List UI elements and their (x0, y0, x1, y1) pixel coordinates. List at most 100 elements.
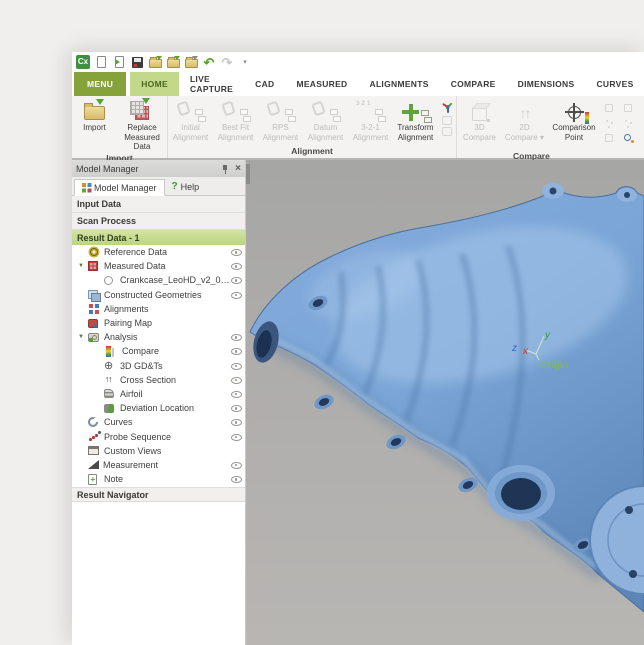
app-logo-icon: Cx (76, 55, 90, 69)
comparison-point-button[interactable]: Comparison Point (547, 98, 601, 150)
package-folder-button[interactable] (184, 55, 198, 69)
tab-compare[interactable]: COMPARE (440, 72, 507, 96)
section-result-data[interactable]: Result Data - 1 (72, 230, 245, 245)
rps-alignment-button[interactable]: RPS Alignment (258, 98, 303, 145)
section-input-data[interactable]: Input Data (72, 196, 245, 213)
model-tree: Reference Data ▼ Measured Data Crankcase… (72, 245, 245, 486)
3d-viewport[interactable]: y z x Origin (246, 160, 644, 645)
quick-access-more-button[interactable]: ▾ (238, 55, 252, 69)
tab-curves[interactable]: CURVES (585, 72, 644, 96)
transform-alignment-button[interactable]: Transform Alignment (393, 98, 438, 145)
compare-mini-4[interactable] (622, 117, 640, 131)
close-icon[interactable]: × (235, 164, 241, 174)
tree-item-cross-section[interactable]: Cross Section (72, 373, 245, 387)
tree-item-3d-gdts[interactable]: 3D GD&Ts (72, 359, 245, 373)
replace-measured-data-button[interactable]: Replace Measured Data (117, 98, 167, 152)
undo-button[interactable]: ↶ (202, 55, 216, 69)
lbl: Datum (314, 123, 338, 133)
tree-item-crankcase-mesh[interactable]: Crankcase_LeoHD_v2_0.3_... (72, 273, 245, 287)
3d-compare-button[interactable]: 3D Compare (457, 98, 502, 150)
tree-item-deviation-location[interactable]: Deviation Location (72, 401, 245, 415)
compare-mini-3[interactable] (603, 117, 621, 131)
group-compare: 3D Compare ↑↑ 2D Compare ▾ Comparison Po… (457, 96, 644, 158)
visibility-eye-icon[interactable] (231, 346, 242, 357)
new-document-button[interactable] (94, 55, 108, 69)
measured-data-icon (88, 261, 98, 271)
lbl: Alignment (308, 133, 344, 143)
import-file-button[interactable] (112, 55, 126, 69)
tree-item-measurement[interactable]: Measurement (72, 458, 245, 472)
tab-menu[interactable]: MENU (74, 72, 126, 96)
tab-help[interactable]: ? Help (165, 178, 207, 195)
compare-mini-2[interactable] (622, 102, 640, 116)
tree-item-custom-views[interactable]: Custom Views (72, 444, 245, 458)
export-folder-button[interactable] (166, 55, 180, 69)
measurement-icon (88, 460, 99, 469)
transform-move-icon (393, 99, 438, 123)
tab-cad[interactable]: CAD (244, 72, 285, 96)
visibility-eye-icon[interactable] (231, 360, 242, 371)
import-button[interactable]: Import (72, 98, 117, 152)
tree-item-curves[interactable]: Curves (72, 415, 245, 429)
tab-model-manager-label: Model Manager (94, 183, 157, 193)
compare-mini-5[interactable] (603, 132, 621, 146)
tree-item-pairing-map[interactable]: Pairing Map (72, 316, 245, 330)
tree-label: Measurement (103, 460, 231, 470)
visibility-eye-icon[interactable] (231, 374, 242, 385)
321-alignment-button[interactable]: 3 2 1 3-2-1 Alignment (348, 98, 393, 145)
visibility-eye-icon[interactable] (231, 403, 242, 414)
tree-item-measured-data[interactable]: ▼ Measured Data (72, 259, 245, 273)
321-alignment-icon: 3 2 1 (348, 99, 393, 123)
tree-item-compare[interactable]: Compare (72, 344, 245, 358)
open-folder-button[interactable] (148, 55, 162, 69)
gdt-icon (104, 360, 116, 372)
app-window: Cx ↶ ↷ ▾ MENU HOME LIVE CAPTURE CAD MEAS… (72, 52, 644, 645)
tree-item-probe-sequence[interactable]: Probe Sequence (72, 429, 245, 443)
tab-alignments[interactable]: ALIGNMENTS (359, 72, 440, 96)
new-document-icon (97, 56, 106, 68)
initial-alignment-button[interactable]: Initial Alignment (168, 98, 213, 145)
digits-321: 3 2 1 (356, 101, 370, 107)
best-fit-alignment-button[interactable]: Best Fit Alignment (213, 98, 258, 145)
splitter-handle[interactable] (246, 164, 250, 184)
ribbon-toolbar: Import Replace Measured Data Import Init… (72, 96, 644, 160)
visibility-eye-icon[interactable] (231, 275, 242, 286)
visibility-eye-icon[interactable] (231, 261, 242, 272)
tree-item-alignments[interactable]: Alignments (72, 302, 245, 316)
compare-mini-1[interactable] (603, 102, 621, 116)
alignment-mini-button-2[interactable] (442, 116, 452, 125)
constructed-geometries-icon (88, 289, 100, 301)
visibility-eye-icon[interactable] (231, 474, 242, 485)
tree-item-note[interactable]: Note (72, 472, 245, 486)
visibility-eye-icon[interactable] (231, 289, 242, 300)
tree-item-airfoil[interactable]: Airfoil (72, 387, 245, 401)
visibility-eye-icon[interactable] (231, 431, 242, 442)
tree-item-reference-data[interactable]: Reference Data (72, 245, 245, 259)
tab-live-capture[interactable]: LIVE CAPTURE (179, 72, 244, 96)
visibility-eye-icon[interactable] (231, 247, 242, 258)
alignment-mini-button-3[interactable] (442, 127, 452, 136)
expand-arrow-icon[interactable]: ▼ (78, 334, 88, 340)
tab-model-manager[interactable]: Model Manager (74, 179, 165, 196)
section-result-navigator[interactable]: Result Navigator (72, 487, 245, 502)
tab-dimensions[interactable]: DIMENSIONS (507, 72, 586, 96)
section-arrows-icon: ↑↑ (520, 105, 530, 121)
save-button[interactable] (130, 55, 144, 69)
tree-label: Note (104, 474, 231, 484)
tab-measured[interactable]: MEASURED (285, 72, 358, 96)
section-scan-process[interactable]: Scan Process (72, 213, 245, 230)
tree-item-constructed-geometries[interactable]: Constructed Geometries (72, 288, 245, 302)
tab-home[interactable]: HOME (130, 72, 179, 96)
visibility-eye-icon[interactable] (231, 332, 242, 343)
pin-icon[interactable] (221, 164, 229, 174)
visibility-eye-icon[interactable] (231, 388, 242, 399)
visibility-eye-icon[interactable] (231, 459, 242, 470)
redo-button[interactable]: ↷ (220, 55, 234, 69)
coordinate-axes-mini-button[interactable] (441, 101, 454, 114)
tree-item-analysis[interactable]: ▼ Analysis (72, 330, 245, 344)
2d-compare-button[interactable]: ↑↑ 2D Compare ▾ (502, 98, 547, 150)
datum-alignment-button[interactable]: Datum Alignment (303, 98, 348, 145)
visibility-eye-icon[interactable] (231, 417, 242, 428)
compare-mini-6[interactable] (622, 132, 640, 146)
expand-arrow-icon[interactable]: ▼ (78, 263, 88, 269)
